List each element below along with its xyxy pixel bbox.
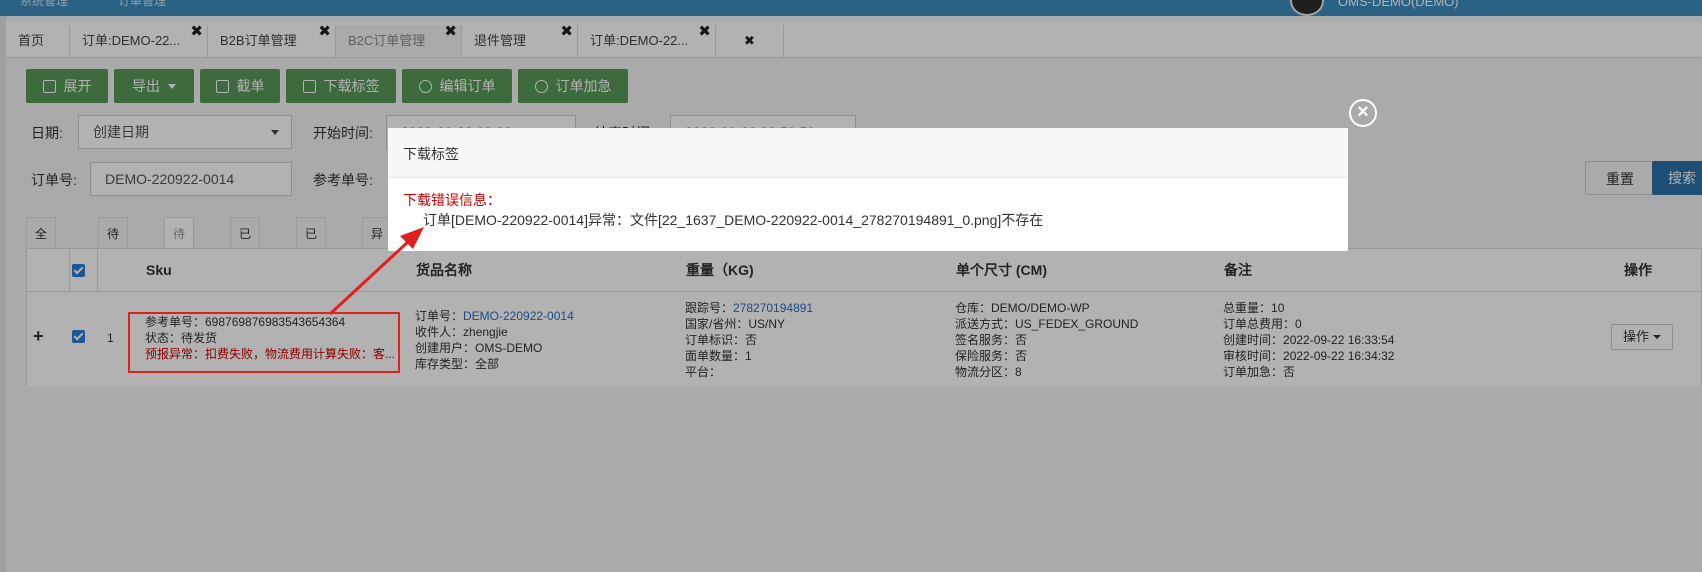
annotation-arrow (328, 227, 424, 316)
